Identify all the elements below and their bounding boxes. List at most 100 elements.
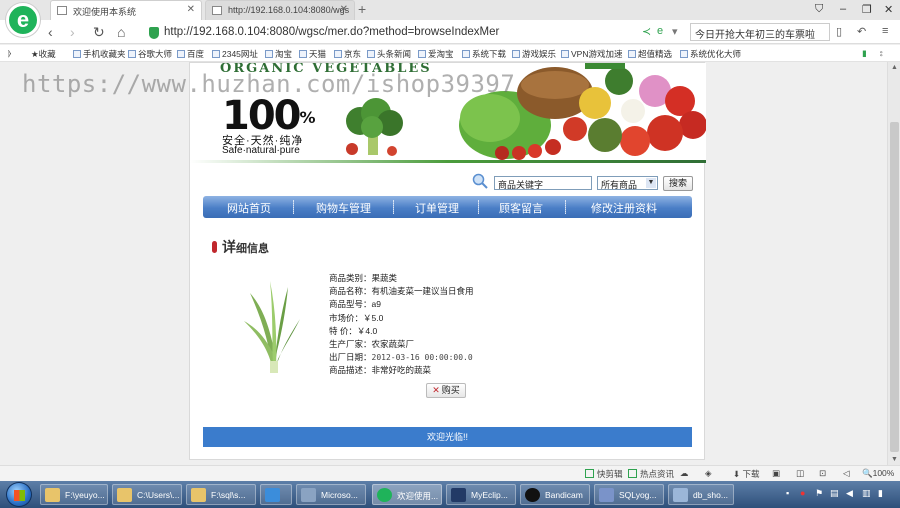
bookmark-item[interactable]: 2345网址 bbox=[212, 48, 258, 60]
bookmark-item[interactable]: VPN游戏加速 bbox=[561, 48, 622, 60]
new-tab-icon[interactable]: + bbox=[358, 1, 366, 17]
browser-logo-icon[interactable]: e bbox=[6, 3, 40, 37]
status-window-icon[interactable]: ◫ bbox=[796, 468, 804, 479]
status-capture-icon[interactable]: ⊡ bbox=[819, 468, 826, 479]
taskbar-item[interactable]: C:\Users\... bbox=[112, 484, 182, 505]
dropdown-icon[interactable]: ▾ bbox=[672, 25, 678, 38]
taskbar-item[interactable]: F:\yeuyo... bbox=[40, 484, 108, 505]
pin-icon[interactable]: ⛉ bbox=[815, 3, 823, 16]
windows-logo-icon bbox=[14, 490, 25, 501]
category-select[interactable]: 所有商品 ▼ bbox=[597, 176, 658, 190]
tray-flag-icon[interactable]: ⚑ bbox=[815, 488, 823, 499]
banner-divider bbox=[190, 160, 706, 163]
close-tab-icon[interactable]: ✕ bbox=[187, 4, 195, 15]
bookmark-item[interactable]: 谷歌大师 bbox=[128, 48, 172, 60]
bookmark-item[interactable]: 系统下载 bbox=[462, 48, 506, 60]
home-icon[interactable]: ⌂ bbox=[117, 24, 125, 40]
title-bullet-icon bbox=[212, 241, 217, 253]
detail-title: 详细信息 bbox=[212, 237, 269, 257]
bookmark-item[interactable]: 超值精选 bbox=[628, 48, 672, 60]
menu-item-home[interactable]: 网站首页 bbox=[227, 200, 271, 216]
status-item-news[interactable]: 热点资讯 bbox=[628, 468, 674, 480]
taskbar-item[interactable]: Microso... bbox=[296, 484, 366, 505]
minimize-icon[interactable]: – bbox=[840, 3, 846, 15]
reading-icon[interactable]: ▯ bbox=[836, 25, 842, 38]
broccoli-image bbox=[346, 98, 403, 156]
taskbar-item[interactable]: Bandicam bbox=[520, 484, 590, 505]
scrollbar-thumb[interactable] bbox=[890, 122, 899, 452]
category-select-value: 所有商品 bbox=[601, 180, 638, 190]
taskbar-item[interactable]: F:\sql\s... bbox=[186, 484, 256, 505]
bookmark-item[interactable]: 系统优化大师 bbox=[680, 48, 741, 60]
bookmark-item[interactable]: 京东 bbox=[334, 48, 361, 60]
bookmark-item[interactable]: ★收藏 bbox=[31, 48, 56, 60]
keyword-input[interactable]: 商品关键字 bbox=[494, 176, 592, 190]
menu-item-orders[interactable]: 订单管理 bbox=[415, 200, 459, 216]
undo-icon[interactable]: ↶ bbox=[857, 25, 866, 38]
taskbar-item-bird-icon[interactable] bbox=[260, 484, 292, 505]
menu-item-messages[interactable]: 顾客留言 bbox=[499, 200, 543, 216]
taskbar-item[interactable]: db_sho... bbox=[668, 484, 734, 505]
bookmark-item[interactable]: 爱淘宝 bbox=[418, 48, 454, 60]
bookmark-item[interactable]: 淘宝 bbox=[265, 48, 292, 60]
maximize-icon[interactable]: ❐ bbox=[862, 3, 872, 16]
back-icon[interactable]: ‹ bbox=[48, 24, 53, 40]
menu-icon[interactable]: ≡ bbox=[882, 25, 888, 37]
tray-app-icon[interactable]: ▪ bbox=[786, 488, 789, 498]
tab-inactive[interactable]: http://192.168.0.104:8080/wgs ✕ bbox=[205, 0, 355, 20]
tab-active[interactable]: 欢迎使用本系统 ✕ bbox=[50, 0, 202, 20]
engine-icon[interactable]: e bbox=[657, 25, 663, 37]
address-bar[interactable]: http://192.168.0.104:8080/wgsc/mer.do?me… bbox=[145, 23, 685, 41]
info-row-name: 商品名称：有机油麦菜一建议当日食用 bbox=[329, 286, 474, 297]
show-desktop-icon[interactable]: ▮ bbox=[878, 488, 883, 499]
forward-icon[interactable]: › bbox=[70, 24, 75, 40]
status-zoom[interactable]: 🔍100% bbox=[862, 468, 894, 479]
banner-tagline-en: Safe·natural·pure bbox=[222, 145, 300, 156]
cart-icon: ✕ bbox=[432, 385, 440, 395]
taskbar-item[interactable]: MyEclip... bbox=[446, 484, 516, 505]
search-button[interactable]: 搜索 bbox=[663, 176, 693, 191]
status-tools-icon[interactable]: ▣ bbox=[772, 468, 780, 479]
bookmarks-more-icon[interactable]: ⦂ bbox=[880, 48, 883, 59]
bookmark-item[interactable]: 百度 bbox=[177, 48, 204, 60]
bookmark-item[interactable]: 天猫 bbox=[299, 48, 326, 60]
menu-item-profile[interactable]: 修改注册资料 bbox=[591, 200, 657, 216]
menu-item-cart[interactable]: 购物车管理 bbox=[316, 200, 371, 216]
tray-keyboard-icon[interactable]: ▥ bbox=[862, 488, 871, 499]
close-tab-icon[interactable]: ✕ bbox=[340, 4, 348, 15]
secure-shield-icon bbox=[149, 27, 159, 39]
tray-network-icon[interactable]: ▤ bbox=[830, 488, 839, 499]
page-scrollbar[interactable]: ▲ ▼ bbox=[887, 62, 900, 465]
info-row-description: 商品描述：非常好吃的蔬菜 bbox=[329, 365, 432, 376]
scroll-up-icon[interactable]: ▲ bbox=[891, 64, 898, 71]
info-row-manufacturer: 生产厂家：农家蔬菜厂 bbox=[329, 339, 415, 350]
browser-search-input[interactable]: 今日开抢大年初三的车票啦 bbox=[690, 23, 830, 41]
tray-record-icon[interactable]: ● bbox=[800, 488, 805, 498]
taskbar-item[interactable]: SQLyog... bbox=[594, 484, 664, 505]
tray-volume-icon[interactable]: ◀ bbox=[846, 488, 853, 499]
buy-button[interactable]: ✕ 购买 bbox=[426, 383, 466, 398]
info-row-special-price: 特 价：￥4.0 bbox=[329, 325, 378, 336]
status-cloud-icon[interactable]: ☁ bbox=[680, 468, 689, 479]
address-text: http://192.168.0.104:8080/wgsc/mer.do?me… bbox=[164, 26, 500, 38]
reload-icon[interactable]: ↻ bbox=[93, 24, 105, 40]
bookmarks-bar: ⦊ ★收藏 手机收藏夹 谷歌大师 百度 2345网址 淘宝 天猫 京东 头条新闻… bbox=[0, 45, 900, 62]
close-window-icon[interactable]: ✕ bbox=[884, 3, 893, 16]
bookmark-item[interactable]: 头条新闻 bbox=[367, 48, 411, 60]
bookmark-item[interactable]: 游戏娱乐 bbox=[512, 48, 556, 60]
status-sound-icon[interactable]: ◁ bbox=[843, 468, 850, 479]
taskbar-item-browser[interactable]: 欢迎使用... bbox=[372, 484, 442, 505]
status-download[interactable]: ⬇ 下载 bbox=[733, 468, 760, 480]
info-row-date: 出厂日期：2012-03-16 00:00:00.0 bbox=[329, 352, 473, 363]
status-shield-icon[interactable]: ◈ bbox=[705, 468, 712, 479]
browser-tabbar: e 欢迎使用本系统 ✕ http://192.168.0.104:8080/wg… bbox=[0, 0, 900, 37]
extension-icon[interactable]: ▮ bbox=[862, 48, 867, 59]
start-button[interactable] bbox=[6, 482, 32, 507]
status-item-clip[interactable]: 快剪辑 bbox=[585, 468, 623, 480]
scroll-down-icon[interactable]: ▼ bbox=[891, 456, 898, 463]
menu-divider bbox=[565, 200, 566, 214]
main-menu: 网站首页 购物车管理 订单管理 顾客留言 修改注册资料 bbox=[203, 196, 692, 218]
share-icon[interactable]: ≺ bbox=[642, 25, 651, 38]
bookmark-item[interactable]: 手机收藏夹 bbox=[73, 48, 126, 60]
bookmarks-toggle-icon[interactable]: ⦊ bbox=[8, 48, 11, 59]
